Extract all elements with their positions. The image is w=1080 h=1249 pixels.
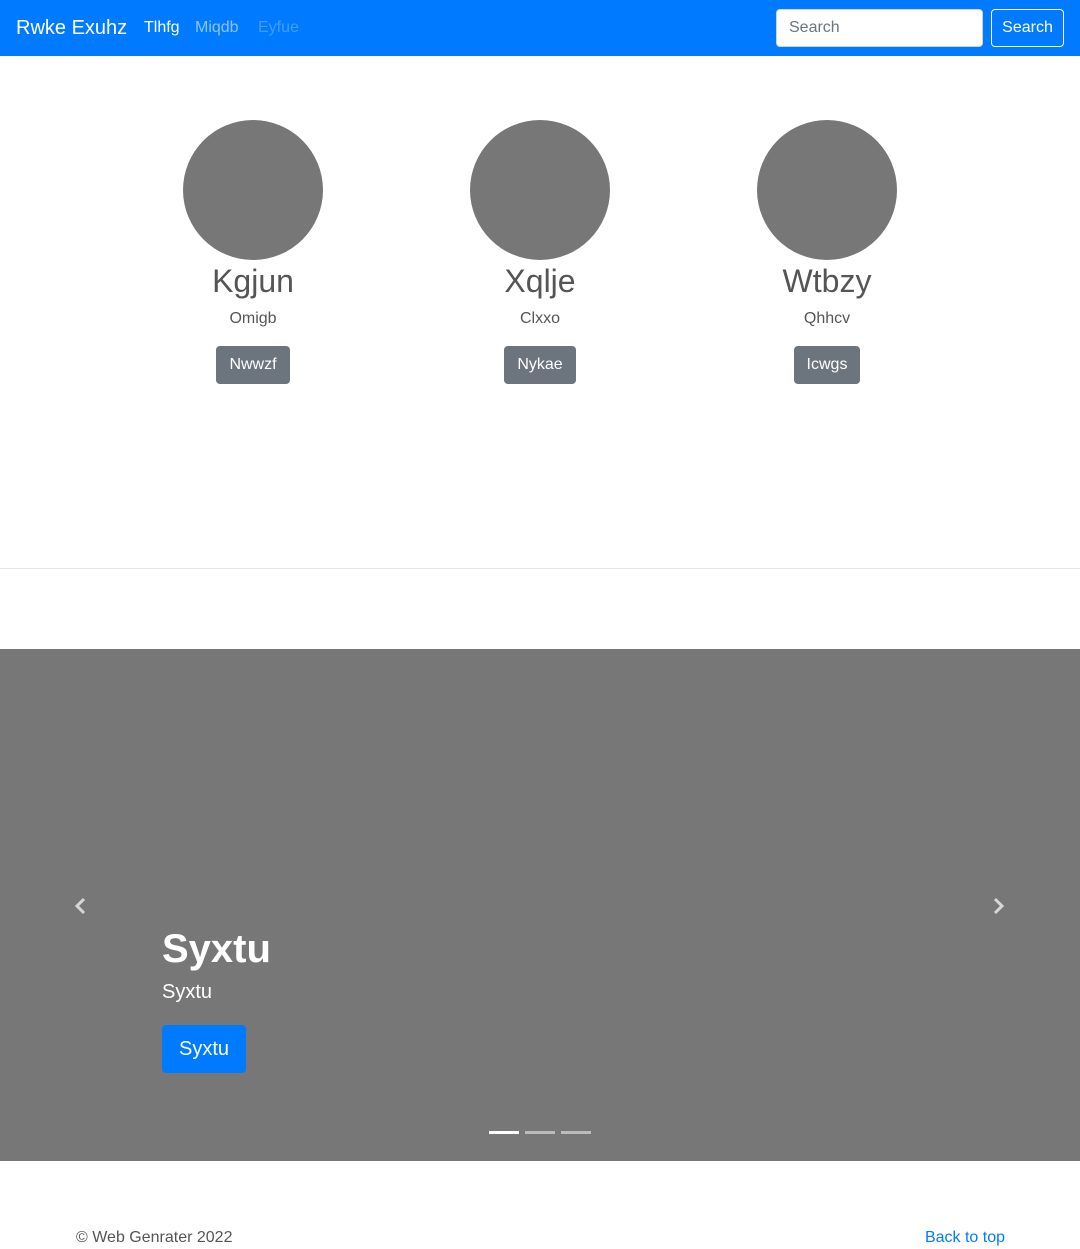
avatar	[183, 120, 323, 260]
profile-name: Wtbzy	[782, 263, 872, 299]
carousel-indicator-1[interactable]	[489, 1131, 519, 1134]
back-to-top-link[interactable]: Back to top	[925, 1228, 1005, 1248]
profile-subtitle: Qhhcv	[803, 310, 851, 327]
profile-button[interactable]: Icwgs	[793, 346, 861, 384]
footer-copyright: © Web Genrater 2022	[76, 1229, 233, 1246]
nav-link-tlhfg[interactable]: Tlhfg	[144, 18, 180, 38]
profile-name: Kgjun	[212, 263, 294, 299]
profile-name: Xqlje	[504, 263, 576, 299]
carousel-prev-button[interactable]	[70, 895, 92, 917]
carousel: Syxtu Syxtu Syxtu	[0, 649, 1080, 1161]
carousel-next-button[interactable]	[987, 895, 1009, 917]
nav-link-eyfue: Eyfue	[258, 19, 299, 36]
brand-link[interactable]: Rwke Exuhz	[16, 16, 127, 40]
carousel-indicators	[489, 1131, 591, 1135]
carousel-caption-text: Syxtu	[162, 981, 213, 1003]
profile-card: Xqlje Clxxo Nykae	[440, 120, 640, 390]
carousel-indicator-3[interactable]	[561, 1131, 591, 1134]
profile-card: Wtbzy Qhhcv Icwgs	[727, 120, 927, 390]
carousel-indicator-2[interactable]	[525, 1131, 555, 1134]
avatar	[470, 120, 610, 260]
nav-link-miqdb[interactable]: Miqdb	[195, 18, 239, 38]
top-navbar: Rwke Exuhz Tlhfg Miqdb Eyfue Search	[0, 0, 1080, 56]
chevron-right-icon	[993, 897, 1005, 915]
avatar	[757, 120, 897, 260]
profile-card: Kgjun Omigb Nwwzf	[153, 120, 353, 390]
search-button[interactable]: Search	[991, 9, 1064, 47]
chevron-left-icon	[74, 897, 86, 915]
profile-subtitle: Omigb	[229, 310, 277, 327]
search-input[interactable]	[776, 9, 983, 47]
profile-button[interactable]: Nykae	[504, 346, 576, 384]
carousel-caption-title: Syxtu	[162, 927, 271, 971]
profile-subtitle: Clxxo	[519, 310, 560, 327]
profile-button[interactable]: Nwwzf	[216, 346, 290, 384]
section-divider	[0, 568, 1080, 569]
carousel-caption-button[interactable]: Syxtu	[162, 1025, 247, 1073]
